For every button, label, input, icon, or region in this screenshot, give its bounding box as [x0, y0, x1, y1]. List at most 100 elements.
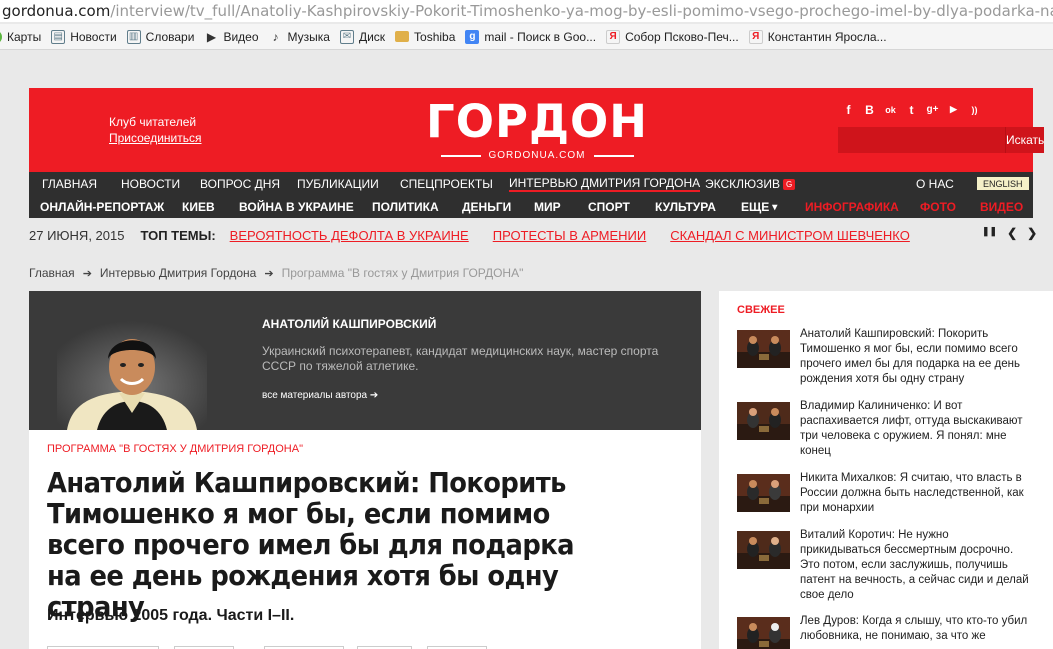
logo-word: ГОРДОН	[426, 95, 648, 148]
language-switch-english[interactable]: ENGLISH	[977, 177, 1029, 190]
search-button[interactable]: Искать	[1005, 127, 1045, 153]
arrow-right-icon: ➔	[264, 267, 274, 280]
news-headline: Лев Дуров: Когда я слышу, что кто-то уби…	[800, 615, 1028, 642]
nav-home[interactable]: Главная	[42, 172, 97, 196]
breadcrumb-home[interactable]: Главная	[29, 266, 75, 280]
exclusive-badge: G	[783, 178, 796, 190]
list-item[interactable]: Виталий Коротич: Не нужно прикидываться …	[737, 528, 1037, 603]
ticker-controls: ❚❚ ❮ ❯	[982, 226, 1037, 240]
google-plus-icon[interactable]: g+	[925, 102, 940, 117]
bookmark-konstantin[interactable]: Я Константин Яросла...	[748, 29, 887, 44]
search-form: Искать	[838, 127, 1045, 153]
nav-world[interactable]: Мир	[534, 196, 561, 218]
top-topic-link[interactable]: ПРОТЕСТЫ В АРМЕНИИ	[493, 228, 647, 243]
youtube-icon[interactable]: ▶	[946, 102, 961, 117]
breadcrumb: Главная ➔ Интервью Дмитрия Гордона ➔ Про…	[29, 266, 523, 280]
nav-photo[interactable]: Фото	[920, 196, 956, 218]
arrow-right-icon: ➔	[82, 267, 92, 280]
nav-infographics[interactable]: Инфографика	[805, 196, 899, 218]
nav-news[interactable]: Новости	[121, 172, 180, 196]
news-thumbnail	[737, 402, 790, 440]
search-input[interactable]	[838, 127, 1005, 153]
current-date: 27 ИЮНЯ, 2015	[29, 227, 125, 243]
google-icon: g	[465, 29, 480, 44]
author-name[interactable]: Анатолий Кашпировский	[262, 317, 436, 331]
list-item[interactable]: Никита Михалков: Я считаю, что власть в …	[737, 471, 1037, 516]
yandex-icon: Я	[606, 29, 621, 44]
nav-online-report[interactable]: Онлайн-репортаж	[40, 196, 164, 218]
nav-kyiv[interactable]: Киев	[182, 196, 215, 218]
list-item[interactable]: Анатолий Кашпировский: Покорить Тимошенк…	[737, 327, 1037, 387]
nav-money[interactable]: Деньги	[462, 196, 511, 218]
rss-icon[interactable]: ))	[967, 102, 982, 117]
pause-icon[interactable]: ❚❚	[982, 226, 997, 240]
category-nav: Онлайн-репортаж Киев Война в Украине Пол…	[29, 196, 1033, 218]
nav-more[interactable]: Еще ▾	[741, 196, 777, 218]
chevron-right-icon[interactable]: ❯	[1027, 226, 1037, 240]
news-headline: Анатолий Кашпировский: Покорить Тимошенк…	[800, 328, 1020, 385]
readers-club: Клуб читателей Присоединиться	[109, 114, 202, 146]
twitter-icon[interactable]: t	[904, 102, 919, 117]
news-thumbnail	[737, 330, 790, 368]
bookmark-video[interactable]: ▶ Видео	[204, 29, 259, 44]
site-header: Клуб читателей Присоединиться ГОРДОН GOR…	[29, 88, 1045, 172]
top-topic-link[interactable]: ВЕРОЯТНОСТЬ ДЕФОЛТА В УКРАИНЕ	[230, 228, 469, 243]
nav-sport[interactable]: Спорт	[588, 196, 630, 218]
nav-culture[interactable]: Культура	[655, 196, 716, 218]
bookmarks-bar: ◎Карты ▤Новости ▥Словари ▶Видео ♪Музыка …	[0, 24, 1053, 50]
news-headline: Виталий Коротич: Не нужно прикидываться …	[800, 529, 1029, 601]
disk-icon: ✉	[339, 29, 354, 44]
social-links: f B ok t g+ ▶ ))	[841, 102, 982, 117]
video-play-icon: ▶	[206, 29, 217, 44]
join-club-link[interactable]: Присоединиться	[109, 130, 202, 146]
url-host: gordonua.com	[2, 2, 111, 20]
bookmark-news[interactable]: ▤ Новости	[51, 29, 117, 44]
chevron-left-icon[interactable]: ❮	[1007, 226, 1017, 240]
nav-exclusive[interactable]: Эксклюзив G	[705, 172, 796, 196]
news-headline: Владимир Калиниченко: И вот распахиваетс…	[800, 400, 1023, 457]
author-photo[interactable]	[57, 321, 207, 430]
vkontakte-icon[interactable]: B	[862, 102, 877, 117]
article-lead: Интервью 2005 года. Части I–II.	[47, 607, 295, 624]
bookmark-disk[interactable]: ✉ Диск	[339, 29, 385, 44]
bookmark-toshiba[interactable]: Toshiba	[395, 30, 455, 44]
bookmark-dictionaries[interactable]: ▥ Словари	[126, 29, 194, 44]
maps-icon: ◎	[0, 29, 2, 44]
all-author-materials-link[interactable]: все материалы автора ➔	[262, 390, 378, 401]
sidebar-title: СВЕЖЕЕ	[737, 304, 785, 316]
main-nav: Главная Новости Вопрос дня Публикации Сп…	[29, 172, 1033, 196]
news-icon: ▤	[51, 29, 66, 44]
address-bar[interactable]: gordonua.com/interview/tv_full/Anatoliy-…	[0, 0, 1053, 22]
readers-club-title: Клуб читателей	[109, 115, 197, 129]
chevron-down-icon: ▾	[772, 201, 778, 213]
news-headline: Никита Михалков: Я считаю, что власть в …	[800, 472, 1024, 514]
list-item[interactable]: Лев Дуров: Когда я слышу, что кто-то уби…	[737, 614, 1037, 649]
news-thumbnail	[737, 474, 790, 512]
nav-special-projects[interactable]: Спецпроекты	[400, 172, 493, 196]
bookmark-maps[interactable]: ◎Карты	[0, 29, 41, 44]
nav-gordon-interviews[interactable]: Интервью Дмитрия Гордона	[509, 172, 701, 196]
fresh-news-sidebar: СВЕЖЕЕ Анатолий Кашпировский: Покорить Т…	[719, 291, 1053, 649]
site-logo[interactable]: ГОРДОН GORDONUA.COM	[426, 95, 648, 162]
nav-video[interactable]: Видео	[980, 196, 1023, 218]
music-icon: ♪	[272, 29, 279, 44]
news-thumbnail	[737, 531, 790, 569]
bookmark-sobor[interactable]: Я Собор Псково-Печ...	[606, 29, 739, 44]
article-title: Анатолий Кашпировский: Покорить Тимошенк…	[47, 466, 575, 623]
list-item[interactable]: Владимир Калиниченко: И вот распахиваетс…	[737, 399, 1037, 459]
nav-question-of-day[interactable]: Вопрос дня	[200, 172, 280, 196]
bookmark-music[interactable]: ♪ Музыка	[269, 30, 330, 44]
odnoklassniki-icon[interactable]: ok	[883, 102, 898, 117]
facebook-icon[interactable]: f	[841, 102, 856, 117]
author-panel: Анатолий Кашпировский Украинский психоте…	[29, 291, 701, 430]
article: Программа "В гостях у Дмитрия ГОРДОНА" А…	[29, 430, 701, 649]
bookmark-mail-search[interactable]: g mail - Поиск в Goo...	[465, 29, 596, 44]
nav-publications[interactable]: Публикации	[297, 172, 379, 196]
breadcrumb-section[interactable]: Интервью Дмитрия Гордона	[100, 266, 256, 280]
nav-politics[interactable]: Политика	[372, 196, 439, 218]
url-path: /interview/tv_full/Anatoliy-Kashpirovski…	[110, 2, 1053, 20]
nav-about[interactable]: О нас	[916, 172, 954, 196]
program-label[interactable]: Программа "В гостях у Дмитрия ГОРДОНА"	[47, 443, 303, 455]
top-topic-link[interactable]: СКАНДАЛ С МИНИСТРОМ ШЕВЧЕНКО	[670, 228, 910, 243]
nav-war-in-ukraine[interactable]: Война в Украине	[239, 196, 354, 218]
